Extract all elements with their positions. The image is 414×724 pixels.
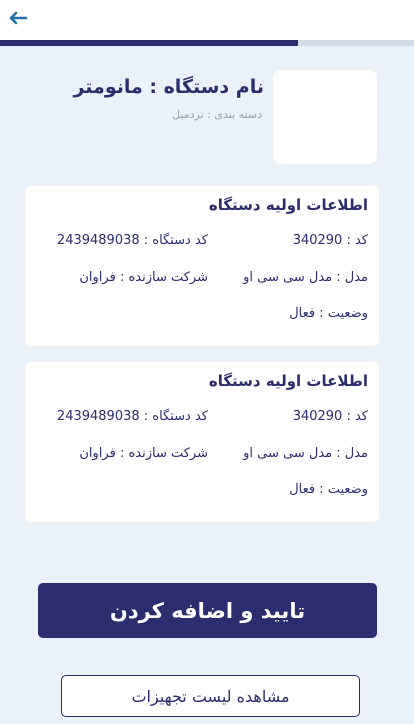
device-info-card: اطلاعات اولیه دستگاه کد : 340290 کد دستگ…: [25, 362, 379, 522]
manufacturer-field: شرکت سازنده : فراوان: [79, 270, 208, 285]
model-field: مدل : مدل سی سی او: [243, 446, 368, 461]
card-title: اطلاعات اولیه دستگاه: [208, 196, 368, 214]
device-category: دسته بندی : تردمیل: [172, 108, 262, 121]
status-field: وضعیت : فعال: [289, 306, 368, 321]
progress-fill: [0, 40, 299, 46]
device-code-field: کد دستگاه : 2439489038: [56, 233, 208, 248]
device-code-field: کد دستگاه : 2439489038: [56, 409, 208, 424]
status-field: وضعیت : فعال: [289, 482, 368, 497]
progress-bar: [0, 40, 414, 46]
device-name: نام دستگاه : مانومتر: [73, 76, 264, 98]
device-image: [273, 70, 377, 164]
code-field: کد : 340290: [292, 233, 368, 248]
top-bar: [0, 0, 414, 40]
arrow-left-icon: [9, 11, 28, 25]
model-field: مدل : مدل سی سی او: [243, 270, 368, 285]
confirm-add-button[interactable]: تایید و اضافه کردن: [38, 583, 377, 638]
code-field: کد : 340290: [292, 409, 368, 424]
device-info-card: اطلاعات اولیه دستگاه کد : 340290 کد دستگ…: [25, 186, 379, 346]
card-title: اطلاعات اولیه دستگاه: [208, 372, 368, 390]
manufacturer-field: شرکت سازنده : فراوان: [79, 446, 208, 461]
device-header: نام دستگاه : مانومتر دسته بندی : تردمیل: [0, 70, 414, 166]
view-equipment-list-button[interactable]: مشاهده لیست تجهیزات: [61, 675, 360, 717]
back-button[interactable]: [6, 6, 30, 30]
